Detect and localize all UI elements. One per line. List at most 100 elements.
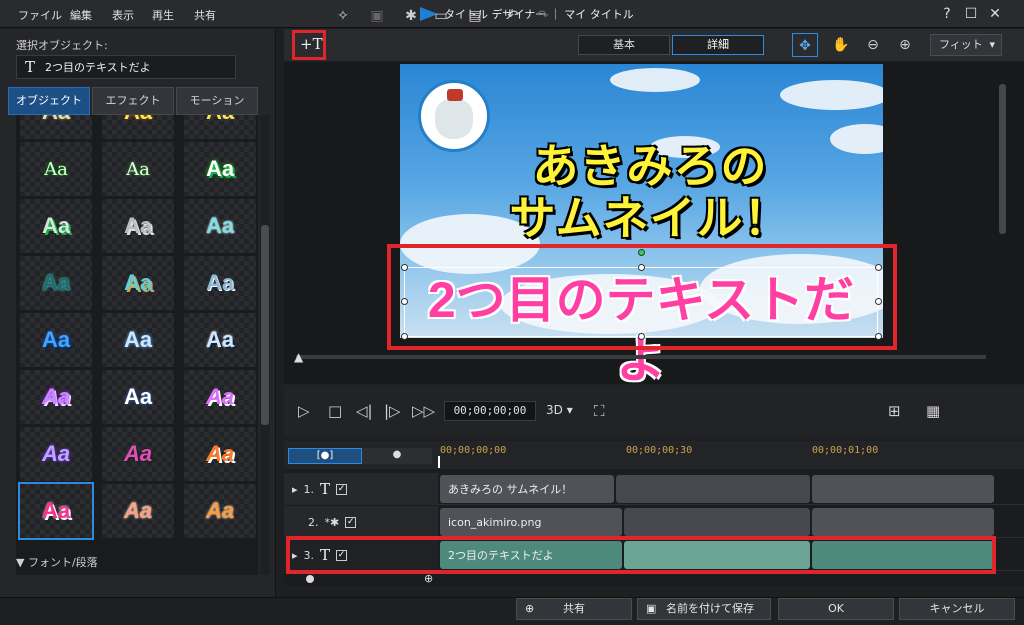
share-button[interactable]: ⊕ 共有 <box>516 598 632 620</box>
menu-view[interactable]: 表示 <box>112 7 134 23</box>
text-style-preset[interactable]: Aa <box>102 427 174 481</box>
text-style-preset[interactable]: Aa <box>20 427 92 481</box>
help-button[interactable]: ? <box>938 5 956 23</box>
menu-share[interactable]: 共有 <box>194 7 216 23</box>
fast-forward-icon[interactable]: ▷▷ <box>412 402 435 420</box>
text-style-preset[interactable]: Aa <box>184 199 256 253</box>
track-header: ▸ 1. T ✓ <box>284 473 438 505</box>
menu-edit[interactable]: 編集 <box>70 7 92 23</box>
text-style-preset[interactable]: Aa <box>20 142 92 196</box>
tab-motion[interactable]: モーション <box>176 87 258 115</box>
insert-image-button[interactable]: ▣ <box>364 4 390 28</box>
playhead[interactable] <box>438 456 440 468</box>
font-paragraph-section[interactable]: ▼ フォント/段落 <box>16 554 98 570</box>
close-button[interactable]: ✕ <box>986 5 1004 23</box>
fit-label: フィット <box>939 38 983 51</box>
stop-icon[interactable]: □ <box>328 402 342 420</box>
track-header: 2. *✱ ✓ <box>284 506 438 538</box>
cancel-button[interactable]: キャンセル <box>899 598 1015 620</box>
menu-play[interactable]: 再生 <box>152 7 174 23</box>
text-style-preset[interactable]: Aa <box>184 484 256 538</box>
text-style-preset[interactable]: Aa <box>102 199 174 253</box>
tab-effect[interactable]: エフェクト <box>92 87 174 115</box>
zoom-in-icon[interactable]: ⊕ <box>892 33 918 57</box>
expand-triangle-icon[interactable]: ▸ <box>292 483 298 496</box>
track-visible-checkbox[interactable]: ✓ <box>345 516 357 528</box>
select-tool-icon[interactable]: ✥ <box>792 33 818 57</box>
grid-icon[interactable]: ▦ <box>926 402 940 420</box>
tab-object[interactable]: オブジェクト <box>8 87 90 115</box>
zoom-out-icon[interactable]: ⊖ <box>860 33 886 57</box>
ruler-label: 00;00;00;30 <box>626 445 693 456</box>
style-grid-scrollbar[interactable] <box>260 115 270 575</box>
text-style-preset[interactable]: Aa <box>102 256 174 310</box>
safe-zone-icon[interactable]: ⊞ <box>888 402 901 420</box>
mode-basic-button[interactable]: 基本 <box>578 35 670 55</box>
text-style-preset[interactable]: Aa <box>184 370 256 424</box>
preview-timeline-slider[interactable] <box>296 355 986 359</box>
text-style-preset[interactable]: Aa <box>184 313 256 367</box>
selected-object-field[interactable]: T 2つ目のテキストだよ <box>16 55 236 79</box>
headline-text[interactable]: あきみろの サムネイル！ <box>430 140 870 244</box>
track-visible-checkbox[interactable]: ✓ <box>336 483 348 495</box>
track-row[interactable]: ▸ 1. T ✓ あきみろの サムネイル！ <box>284 473 1024 505</box>
text-style-preset[interactable]: Aa <box>102 142 174 196</box>
timeline-zoom-bar[interactable]: ⊕ <box>284 572 1024 586</box>
text-style-preset[interactable]: Aa <box>102 313 174 367</box>
timecode-display[interactable]: 00;00;00;00 <box>444 401 536 421</box>
text-style-preset[interactable]: Aa <box>184 256 256 310</box>
text-style-preset[interactable]: Aa <box>18 482 94 540</box>
layout-button[interactable]: ▤ <box>462 4 488 28</box>
text-style-preset[interactable]: Aa <box>184 142 256 196</box>
particle-track-icon: *✱ <box>324 515 340 529</box>
timeline-clip-segment[interactable] <box>812 475 994 503</box>
share-icon: ⊕ <box>525 602 535 615</box>
text-style-preset[interactable]: Aa <box>20 313 92 367</box>
selected-object-label: 選択オブジェクト: <box>16 39 108 52</box>
background-button[interactable]: ▭ <box>428 4 454 28</box>
text-style-preset[interactable]: Aa <box>20 370 92 424</box>
text-style-preset[interactable]: Aa <box>184 115 256 139</box>
zoom-slider-thumb[interactable] <box>306 575 314 583</box>
text-style-preset[interactable]: Aa <box>102 370 174 424</box>
save-as-button[interactable]: ▣ 名前を付けて保存 <box>637 598 771 620</box>
slider-thumb-icon[interactable]: ▲ <box>294 350 303 364</box>
maximize-button[interactable]: ☐ <box>962 5 980 23</box>
share-label: 共有 <box>563 602 585 615</box>
ok-button[interactable]: OK <box>778 598 894 620</box>
next-frame-icon[interactable]: |▷ <box>384 402 401 420</box>
3d-mode-dropdown[interactable]: 3D ▾ <box>546 403 573 417</box>
scrollbar-thumb[interactable] <box>999 84 1006 234</box>
insert-particle-button[interactable]: ✧ <box>330 4 356 28</box>
scrollbar-thumb[interactable] <box>261 225 269 425</box>
text-style-preset[interactable]: Aa <box>102 484 174 538</box>
track-view-button[interactable]: [●] <box>288 448 362 464</box>
redo-button[interactable]: ↷ <box>530 4 556 28</box>
text-style-preset[interactable]: Aa <box>20 115 92 139</box>
play-icon[interactable]: ▷ <box>298 402 310 420</box>
timeline-clip-segment[interactable] <box>624 508 810 536</box>
zoom-fit-dropdown[interactable]: フィット ▾ <box>930 34 1002 56</box>
text-style-preset[interactable]: Aa <box>20 256 92 310</box>
zoom-in-small-icon[interactable]: ⊕ <box>424 572 433 585</box>
track-row[interactable]: 2. *✱ ✓ icon_akimiro.png <box>284 506 1024 538</box>
selected-object-name: 2つ目のテキストだよ <box>45 61 151 74</box>
text-style-preset[interactable]: Aa <box>102 115 174 139</box>
text-style-preset[interactable]: Aa <box>20 199 92 253</box>
hand-tool-icon[interactable]: ✋ <box>828 33 854 57</box>
text-style-preset[interactable]: Aa <box>184 427 256 481</box>
mode-detail-button[interactable]: 詳細 <box>672 35 764 55</box>
fullscreen-icon[interactable]: ⛶ <box>594 402 605 420</box>
timeline-clip-segment[interactable] <box>616 475 810 503</box>
insert-text-button[interactable]: +T <box>292 30 326 60</box>
menu-file[interactable]: ファイル <box>18 7 62 23</box>
keyframe-view-button[interactable]: ● <box>362 448 432 464</box>
timeline-clip-segment[interactable] <box>812 508 994 536</box>
timeline-clip[interactable]: icon_akimiro.png <box>440 508 622 536</box>
timeline-clip[interactable]: あきみろの サムネイル！ <box>440 475 614 503</box>
undo-button[interactable]: ↶ <box>500 4 526 28</box>
prev-frame-icon[interactable]: ◁| <box>356 402 373 420</box>
effect-button[interactable]: ✱ <box>398 4 424 28</box>
font-paragraph-label: フォント/段落 <box>27 556 98 569</box>
preview-vertical-scrollbar[interactable] <box>998 64 1008 340</box>
